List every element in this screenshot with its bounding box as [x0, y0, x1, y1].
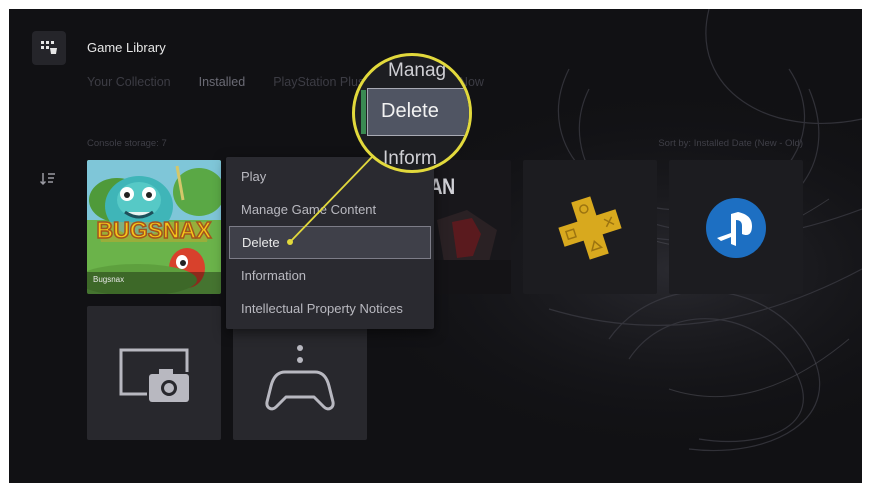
- app-tile-ps-plus[interactable]: [523, 160, 657, 294]
- ps5-screen: Game Library Your Collection Installed P…: [9, 9, 862, 483]
- app-tile-ps-now[interactable]: [669, 160, 803, 294]
- bugsnax-logo-text: BUGSNAX: [96, 217, 212, 243]
- app-tile-media-gallery[interactable]: [87, 306, 221, 440]
- game-library-button[interactable]: [32, 31, 66, 65]
- ps-plus-icon: [558, 196, 622, 260]
- game-library-icon: [41, 41, 57, 54]
- page-title: Game Library: [87, 40, 166, 55]
- sort-by-label[interactable]: Sort by: Installed Date (New - Old): [658, 138, 803, 149]
- sort-button[interactable]: [38, 169, 58, 189]
- console-storage-label: Console storage: 7: [87, 138, 167, 149]
- tab-playstation-plus[interactable]: PlayStation Plus: [273, 75, 364, 89]
- menu-item-delete[interactable]: Delete: [229, 226, 431, 259]
- menu-item-manage-game-content[interactable]: Manage Game Content: [229, 193, 431, 226]
- zoom-callout: Manag Delete Inform: [352, 53, 472, 173]
- game-tile-bugsnax[interactable]: BUGSNAX Bugsnax: [87, 160, 221, 294]
- zoom-text-bottom: Inform: [383, 148, 437, 169]
- context-menu: Play Manage Game Content Delete Informat…: [226, 157, 434, 329]
- tab-installed[interactable]: Installed: [199, 75, 246, 89]
- bugsnax-cover-art: BUGSNAX: [87, 160, 221, 294]
- tile-label-bugsnax: Bugsnax: [93, 275, 125, 284]
- media-gallery-icon: [119, 348, 191, 402]
- ps-now-icon: [706, 198, 766, 258]
- zoom-delete-text: Delete: [381, 100, 439, 122]
- zoom-accent-bar: [361, 90, 366, 134]
- zoom-text-top: Manag: [388, 60, 447, 81]
- sort-icon: [40, 173, 55, 186]
- tab-your-collection[interactable]: Your Collection: [87, 75, 171, 89]
- menu-item-information[interactable]: Information: [229, 259, 431, 292]
- menu-item-ip-notices[interactable]: Intellectual Property Notices: [229, 292, 431, 325]
